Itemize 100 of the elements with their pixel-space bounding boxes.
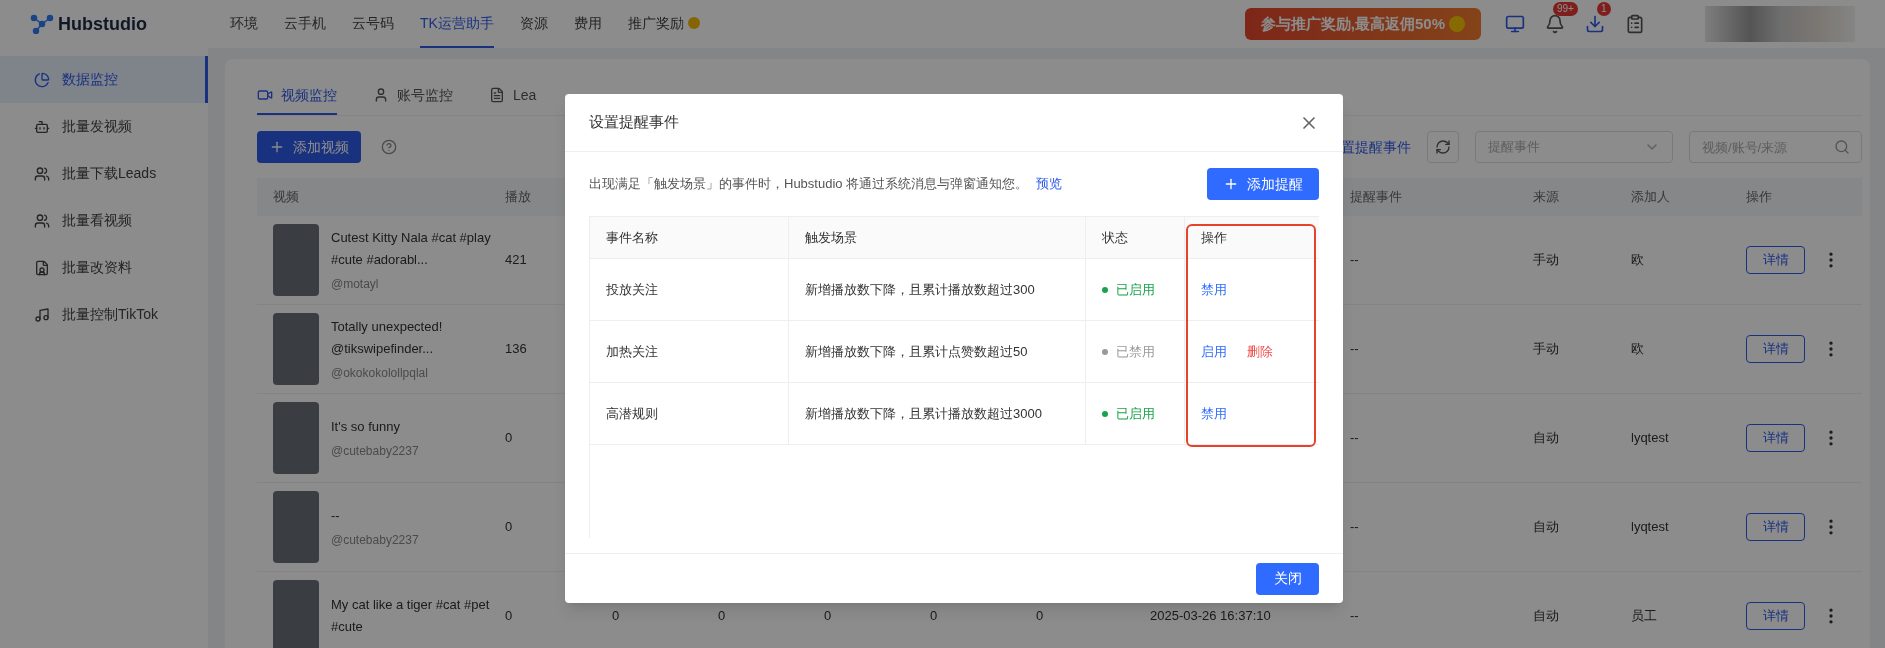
table-cell: 新增播放数下降，且累计点赞数超过50 — [789, 321, 1086, 382]
coin-icon — [687, 17, 700, 29]
dialog-description: 出现满足「触发场景」的事件时，Hubstudio 将通过系统消息与弹窗通知您。 — [589, 175, 1029, 194]
user-icon — [373, 87, 389, 103]
table-cell-text: 手动 — [1532, 251, 1560, 270]
table-cell: 新增播放数下降，且累计播放数超过3000 — [789, 383, 1086, 444]
table-cell-text: 2025-03-26 16:37:10 — [1149, 607, 1272, 626]
search-icon[interactable] — [1834, 139, 1850, 155]
toggle-link[interactable]: 启用 — [1201, 341, 1227, 362]
table-cell-text: -- — [1349, 607, 1360, 626]
add-reminder-button[interactable]: 添加提醒 — [1207, 168, 1319, 200]
download-icon[interactable] — [1585, 14, 1605, 34]
detail-button[interactable]: 详情 — [1746, 602, 1805, 630]
sidebar-item[interactable]: 批量控制TikTok — [0, 291, 208, 338]
promo-banner[interactable]: 参与推广奖励,最高返佣50% — [1244, 8, 1481, 40]
notification-badge: 99+ — [1553, 2, 1578, 16]
column-header: 播放 — [504, 188, 532, 207]
preview-link[interactable]: 预览 — [1036, 174, 1063, 194]
toggle-link[interactable]: 禁用 — [1201, 279, 1227, 300]
settings-link[interactable]: 置提醒事件 — [1341, 136, 1411, 158]
table-cell-text: 欧 — [1630, 251, 1645, 270]
video-title: Totally unexpected! @tikswipefinder... — [331, 318, 444, 358]
table-cell-text: lyqtest — [1630, 518, 1670, 537]
refresh-button[interactable] — [1427, 131, 1459, 163]
column-header: 提醒事件 — [1349, 188, 1403, 207]
video-title: It's so funny — [331, 418, 401, 436]
table-cell-text: 员工 — [1630, 607, 1658, 626]
table-cell-text: lyqtest — [1630, 429, 1670, 448]
detail-button[interactable]: 详情 — [1746, 513, 1805, 541]
column-header: 触发场景 — [789, 217, 1086, 258]
detail-button[interactable]: 详情 — [1746, 424, 1805, 452]
sidebar-item[interactable]: 批量发视频 — [0, 103, 208, 150]
dialog-title: 设置提醒事件 — [589, 112, 679, 133]
nav-tab[interactable]: 云号码 — [352, 0, 394, 48]
status-label: 已启用 — [1116, 404, 1155, 423]
status-label: 已启用 — [1116, 280, 1155, 299]
column-header: 操作 — [1745, 188, 1773, 207]
document-user-icon — [34, 259, 50, 276]
status-label: 已禁用 — [1116, 342, 1155, 361]
video-title: Cutest Kitty Nala #cat #play #cute #adorabl... — [331, 229, 492, 269]
sidebar-item[interactable]: 批量下载Leads — [0, 150, 208, 197]
table-cell-text: 136 — [504, 340, 528, 359]
table-cell-text: -- — [1349, 340, 1360, 359]
add-video-button[interactable]: 添加视频 — [257, 131, 361, 163]
column-header: 事件名称 — [590, 217, 789, 258]
toggle-link[interactable]: 禁用 — [1201, 403, 1227, 424]
delete-link[interactable]: 删除 — [1247, 341, 1273, 362]
table-cell-text: 手动 — [1532, 340, 1560, 359]
table-cell-text: 0 — [504, 607, 514, 626]
table-cell: 加热关注 — [590, 321, 789, 382]
table-cell: 新增播放数下降，且累计播放数超过300 — [789, 259, 1086, 320]
robot-icon — [34, 118, 50, 135]
clipboard-icon[interactable] — [1625, 14, 1645, 34]
tab[interactable]: Lea — [489, 77, 537, 115]
photo-placeholder — [273, 402, 319, 474]
users-icon — [34, 212, 50, 229]
download-badge: 1 — [1597, 2, 1611, 16]
table-cell-text: -- — [1349, 518, 1360, 537]
tab[interactable]: 账号监控 — [373, 77, 453, 115]
plus-icon — [269, 139, 285, 155]
table-cell-text: 自动 — [1532, 429, 1560, 448]
column-header: 视频 — [272, 188, 300, 207]
nav-tab[interactable]: TK运营助手 — [420, 0, 494, 48]
table-cell-text: 421 — [504, 251, 528, 270]
nav-tab[interactable]: 费用 — [573, 0, 602, 48]
detail-button[interactable]: 详情 — [1746, 335, 1805, 363]
column-header: 添加人 — [1630, 188, 1671, 207]
column-header: 状态 — [1086, 217, 1185, 258]
table-cell: 投放关注 — [590, 259, 789, 320]
sidebar-item[interactable]: 批量改资料 — [0, 244, 208, 291]
sidebar-item[interactable]: 批量看视频 — [0, 197, 208, 244]
refresh-icon — [1435, 139, 1451, 155]
nav-tab[interactable]: 云手机 — [284, 0, 326, 48]
bell-icon[interactable] — [1545, 14, 1565, 34]
photo-placeholder — [273, 224, 319, 296]
nav-tab[interactable]: 推广奖励 — [627, 0, 700, 48]
video-author: @motayl — [331, 276, 380, 293]
table-cell-text: 0 — [717, 607, 727, 626]
video-icon — [257, 87, 273, 103]
photo-placeholder — [273, 491, 319, 563]
logo-icon — [30, 14, 54, 34]
app-logo: Hubstudio — [58, 12, 147, 36]
music-note-icon — [34, 306, 50, 323]
sidebar-item[interactable]: 数据监控 — [0, 56, 208, 103]
pie-chart-icon — [34, 71, 50, 88]
column-header: 来源 — [1532, 188, 1560, 207]
coin-icon — [1449, 16, 1465, 32]
video-title: -- — [331, 507, 341, 525]
video-title: My cat like a tiger #cat #pet #cute — [331, 596, 491, 636]
nav-tab[interactable]: 环境 — [230, 0, 258, 48]
table-cell-text: 自动 — [1532, 607, 1560, 626]
close-button[interactable]: 关闭 — [1256, 562, 1319, 595]
detail-button[interactable]: 详情 — [1746, 246, 1805, 274]
tab[interactable]: 视频监控 — [257, 77, 337, 115]
nav-tab[interactable]: 资源 — [519, 0, 548, 48]
monitor-icon[interactable] — [1505, 14, 1525, 34]
help-icon[interactable] — [381, 139, 397, 155]
photo-placeholder — [273, 313, 319, 385]
table-cell-text: -- — [1349, 429, 1360, 448]
column-header: 操作 — [1200, 228, 1228, 247]
